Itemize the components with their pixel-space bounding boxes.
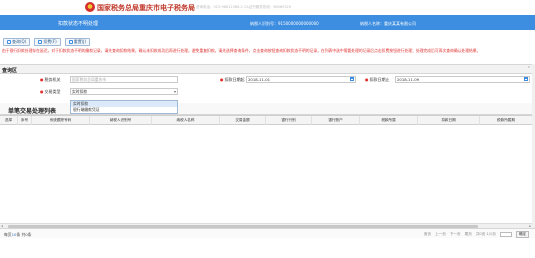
transaction-table: 选择 序号 系统跟踪号码 纳税人识别号 纳税人名称 交易金额 银行行别 银行账户… <box>0 115 535 231</box>
query-button[interactable]: 查询(Q) <box>3 38 31 46</box>
taxpayer-name: 纳税人名称：重庆某某有限公司 <box>360 21 416 26</box>
prev-page-link[interactable]: 上一页 <box>435 232 446 237</box>
dropdown-option[interactable]: 银行端缴款凭证 <box>71 107 177 113</box>
transaction-type-dropdown[interactable]: 实时扣款 银行端缴款凭证 <box>70 100 178 114</box>
reset-button[interactable]: 重置(J) <box>64 38 91 46</box>
toolbar: 查询(Q) 扣费(F) 重置(J) <box>3 38 91 46</box>
page-info: 共0页 1/1页 <box>475 232 496 236</box>
end-date-label: ●扣款日期止 <box>365 77 390 82</box>
col-trace-no[interactable]: 系统跟踪号码 <box>32 116 90 125</box>
taxpayer-id: 纳税人识别号：9150000000000000 <box>250 21 319 26</box>
query-section-title: 查询区 <box>2 68 18 74</box>
notice-text: 由于银行扣款处理存在延迟，对于扣款状态不明的缴款记录，请先查询扣款结果，确认未扣… <box>2 48 481 53</box>
col-bank-account[interactable]: 银行账户 <box>312 116 360 125</box>
table-header: 选择 序号 系统跟踪号码 纳税人识别号 纳税人名称 交易金额 银行行别 银行账户… <box>0 116 535 125</box>
calendar-icon[interactable] <box>524 77 528 81</box>
tax-emblem-icon <box>85 2 95 12</box>
last-page-link[interactable]: 尾页 <box>465 232 472 237</box>
calendar-icon[interactable] <box>350 77 354 81</box>
chevron-down-icon: ▾ <box>173 89 176 94</box>
next-page-link[interactable]: 下一页 <box>450 232 461 237</box>
list-title: 单笔交易处理列表 <box>8 108 57 115</box>
col-index[interactable]: 序号 <box>18 116 32 125</box>
deduct-button[interactable]: 扣费(F) <box>34 38 61 46</box>
query-section-header: 查询区 ⌃ <box>0 64 535 74</box>
col-taxpayer-id[interactable]: 纳税人识别号 <box>90 116 152 125</box>
go-button[interactable]: 确定 <box>515 231 529 238</box>
tax-authority-input[interactable]: 国家税务总局重庆市 <box>70 76 178 83</box>
page-number-input[interactable] <box>499 232 512 237</box>
col-taxpayer-name[interactable]: 纳税人名称 <box>152 116 220 125</box>
search-icon <box>7 40 11 44</box>
end-date-input[interactable]: 2018-11-09 <box>395 76 530 83</box>
record-count: 每页10条 共0条 <box>4 232 32 237</box>
query-form: ●税务机关 国家税务总局重庆市 ●扣款日期起 2018-11-01 ●扣款日期止… <box>0 75 535 101</box>
col-select[interactable]: 选择 <box>0 116 18 125</box>
col-bank-type[interactable]: 银行行别 <box>266 116 312 125</box>
table-body <box>0 125 535 231</box>
deduct-button-label: 扣费(F) <box>43 39 57 44</box>
query-button-label: 查询(Q) <box>12 39 27 44</box>
pager: 首页 上一页 下一页 尾页 共0页 1/1页 确定 <box>424 231 529 238</box>
page-title: 扣款状态不明处理 <box>58 21 99 27</box>
col-tax-belong[interactable]: 税款所属 <box>360 116 418 125</box>
start-date-label: ●扣款日期起 <box>220 77 245 82</box>
transaction-type-label: ●交易类型 <box>40 89 61 94</box>
reset-icon <box>68 40 73 44</box>
col-tax-period[interactable]: 税款所属期 <box>480 116 532 125</box>
pager-bar: 每页10条 共0条 首页 上一页 下一页 尾页 共0页 1/1页 确定 <box>0 228 535 238</box>
collapse-icon[interactable]: ⌃ <box>527 66 531 72</box>
hotline-text: 咨询电话：023-96812366-2 CA证书服务热线：96069320 <box>196 5 292 9</box>
site-header: 国家税务总局重庆市电子税务局 咨询电话：023-96812366-2 CA证书服… <box>0 0 535 15</box>
col-deduct-date[interactable]: 扣款日期 <box>418 116 480 125</box>
deduct-icon <box>38 40 43 44</box>
reset-button-label: 重置(J) <box>73 39 87 44</box>
transaction-type-select[interactable]: 实时扣款 ▾ <box>70 88 178 95</box>
start-date-input[interactable]: 2018-11-01 <box>246 76 356 83</box>
tax-authority-label: ●税务机关 <box>40 77 61 82</box>
first-page-link[interactable]: 首页 <box>424 232 431 237</box>
col-amount[interactable]: 交易金额 <box>220 116 266 125</box>
site-title: 国家税务总局重庆市电子税务局 <box>97 4 195 12</box>
